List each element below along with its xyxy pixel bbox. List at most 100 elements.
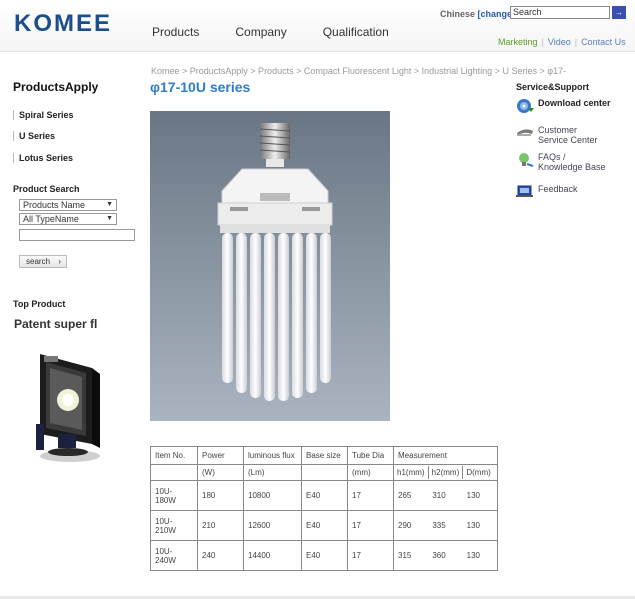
table-unit-row: (W) (Lm) (mm) h1(mm) h2(mm) D(mm) — [150, 464, 498, 481]
header: KOMEE Products Company Qualification Chi… — [0, 0, 635, 52]
th-d: D(mm) — [466, 468, 491, 477]
cell-h2: 310 — [432, 491, 446, 500]
service-item-label: Customer Service Center — [538, 125, 598, 145]
cell-dia: 17 — [347, 540, 394, 571]
table-header-row: Item No. Power luminous flux Base size T… — [150, 446, 498, 465]
table-row: 10U-240W 240 14400 E40 17 315 360 130 — [150, 540, 498, 571]
laptop-icon — [516, 185, 533, 197]
sidebar-item-u-series[interactable]: U Series — [13, 131, 55, 141]
subnav-separator: | — [541, 37, 544, 47]
service-support-title: Service&Support — [516, 82, 590, 92]
th-base-size: Base size — [301, 446, 348, 465]
cell-d: 130 — [466, 551, 481, 560]
service-item-faqs-knowledge-base[interactable]: FAQs / Knowledge Base — [515, 152, 610, 172]
language-label: Chinese — [440, 9, 476, 19]
service-item-download-center[interactable]: Download center — [515, 98, 611, 114]
th-measurement: Measurement — [393, 446, 498, 465]
service-item-customer-service-center[interactable]: Customer Service Center — [515, 125, 608, 145]
top-product-name[interactable]: Patent super fl — [14, 317, 97, 331]
cell-flux: 12600 — [243, 510, 302, 541]
product-search-title: Product Search — [13, 184, 80, 194]
unit-power: (W) — [197, 464, 244, 481]
th-tube-dia: Tube Dia — [347, 446, 394, 465]
cell-dia: 17 — [347, 510, 394, 541]
products-name-select-value: Products Name — [23, 200, 86, 210]
unit-item — [150, 464, 198, 481]
table-row: 10U-180W 180 10800 E40 17 265 310 130 — [150, 480, 498, 511]
dropdown-arrow-icon: ▼ — [106, 215, 113, 222]
cell-d: 130 — [466, 521, 481, 530]
th-h2: h2(mm) — [429, 466, 464, 479]
th-h1: h1(mm) — [394, 466, 429, 479]
cell-h1: 290 — [398, 521, 412, 530]
nav-products[interactable]: Products — [152, 25, 199, 39]
subnav-video[interactable]: Video — [548, 37, 571, 47]
cell-flux: 14400 — [243, 540, 302, 571]
cell-flux: 10800 — [243, 480, 302, 511]
subnav-separator: | — [574, 37, 578, 47]
header-divider — [0, 51, 635, 52]
dropdown-arrow-icon: ▼ — [106, 201, 113, 208]
sidebar-title: ProductsApply — [13, 80, 99, 94]
top-product-title: Top Product — [13, 299, 66, 309]
cell-dia: 17 — [347, 480, 394, 511]
cell-measurement: 265 310 130 — [393, 480, 498, 511]
subnav-marketing[interactable]: Marketing — [498, 37, 538, 47]
keyword-input[interactable] — [19, 229, 135, 241]
product-lamp-image — [150, 111, 390, 421]
service-item-feedback[interactable]: Feedback — [515, 184, 578, 200]
measurement-values: 315 360 130 — [394, 541, 497, 570]
cell-item: 10U-240W — [150, 540, 198, 571]
cell-base: E40 — [301, 510, 348, 541]
type-name-select-value: All TypeName — [23, 214, 79, 224]
sidebar-item-spiral-series[interactable]: Spiral Series — [13, 110, 74, 120]
headset-icon — [517, 129, 533, 136]
cell-h1: 265 — [398, 491, 412, 500]
unit-flux: (Lm) — [243, 464, 302, 481]
breadcrumb: Komee > ProductsApply > Products > Compa… — [151, 66, 567, 76]
cell-item: 10U-180W — [150, 480, 198, 511]
table-row: 10U-210W 210 12600 E40 17 290 335 130 — [150, 510, 498, 541]
products-name-select[interactable]: Products Name ▼ — [19, 199, 117, 211]
unit-measurement: h1(mm) h2(mm) D(mm) — [393, 464, 498, 481]
chevron-right-icon: › — [58, 257, 61, 266]
th-luminous-flux: luminous flux — [243, 446, 302, 465]
cell-h2: 360 — [432, 551, 446, 560]
cell-power: 210 — [197, 510, 244, 541]
sub-nav: Marketing | Video | Contact Us — [498, 37, 626, 47]
service-item-label: Download center — [538, 98, 611, 108]
header-search-go-button[interactable]: → — [612, 6, 626, 19]
cell-measurement: 290 335 130 — [393, 510, 498, 541]
cell-measurement: 315 360 130 — [393, 540, 498, 571]
service-item-label: FAQs / Knowledge Base — [538, 152, 606, 172]
main-nav: Products Company Qualification — [152, 25, 425, 39]
measurement-values: 265 310 130 — [394, 481, 497, 510]
subnav-contact-us[interactable]: Contact Us — [581, 37, 626, 47]
cell-h1: 315 — [398, 551, 412, 560]
cell-power: 240 — [197, 540, 244, 571]
type-name-select[interactable]: All TypeName ▼ — [19, 213, 117, 225]
sidebar-search-button[interactable]: search › — [19, 255, 67, 268]
header-search-input[interactable]: Search — [510, 6, 610, 19]
th-item-no: Item No. — [150, 446, 198, 465]
floodlight-product-image[interactable] — [18, 348, 118, 468]
komee-logo[interactable]: KOMEE — [14, 10, 112, 38]
language-switcher: Chinese [change] — [440, 9, 515, 19]
nav-company[interactable]: Company — [235, 25, 286, 39]
page-title: φ17-10U series — [150, 79, 251, 95]
unit-base — [301, 464, 348, 481]
cell-item: 10U-210W — [150, 510, 198, 541]
th-power: Power — [197, 446, 244, 465]
sidebar-item-lotus-series[interactable]: Lotus Series — [13, 153, 73, 163]
cell-d: 130 — [466, 491, 481, 500]
cell-base: E40 — [301, 540, 348, 571]
sidebar-search-button-label: search — [26, 257, 51, 266]
nav-qualification[interactable]: Qualification — [323, 25, 389, 39]
cell-power: 180 — [197, 480, 244, 511]
disc-icon — [517, 99, 534, 113]
measurement-values: 290 335 130 — [394, 511, 497, 540]
measurement-subheaders: h1(mm) h2(mm) D(mm) — [394, 466, 497, 479]
spec-table: Item No. Power luminous flux Base size T… — [150, 446, 498, 571]
cell-base: E40 — [301, 480, 348, 511]
unit-dia: (mm) — [347, 464, 394, 481]
